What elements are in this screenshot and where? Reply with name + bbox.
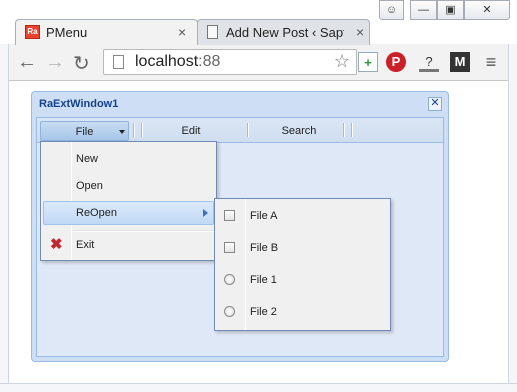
menu-item-label: New [76,153,99,165]
profile-button[interactable]: ☺ [379,0,404,20]
reopen-submenu: File A File B File 1 File 2 [214,198,391,331]
menu-item-label: File 1 [250,274,277,286]
menu-item-open[interactable]: Open [43,174,214,198]
toolbar-separator [351,123,353,137]
menu-item-file-1[interactable]: File 1 [217,268,388,292]
pinterest-icon[interactable]: P [386,52,406,72]
menu-item-file-a[interactable]: File A [217,204,388,228]
menu-item-new[interactable]: New [43,147,214,171]
browser-frame-left [0,44,9,391]
extension-help-icon[interactable]: ? [419,52,439,72]
page-icon [207,25,218,39]
menu-toolbar: File Edit Search [37,118,443,143]
radio-icon[interactable] [224,274,235,285]
chevron-down-icon [119,130,125,134]
address-bar[interactable]: localhost:88 ☆ [103,49,357,75]
radio-icon[interactable] [224,306,235,317]
tab-title: PMenu [46,25,88,40]
back-icon[interactable]: ← [17,51,37,74]
toolbar-separator [247,123,249,137]
minimize-icon: — [418,4,429,16]
maximize-icon: ▣ [445,4,456,16]
menu-item-label: Open [76,180,103,192]
close-icon: ✕ [482,4,492,16]
menu-item-label: File A [250,210,278,222]
maximize-button[interactable]: ▣ [437,0,464,20]
menu-item-label: File B [250,242,279,254]
toolbar-separator [133,123,135,137]
menu-icon[interactable]: ≡ [481,52,501,72]
page-icon [113,55,124,69]
tab-pmenu[interactable]: Ra PMenu × [15,19,198,45]
person-icon: ☺ [385,4,398,16]
tab-add-new-post[interactable]: Add New Post ‹ Saptajit × [197,19,370,45]
menu-item-label: ReOpen [76,207,117,219]
url-text: localhost:88 [135,53,220,71]
reload-icon[interactable]: ↻ [73,51,90,76]
checkbox-icon[interactable] [224,242,235,253]
file-menu-button[interactable]: File [40,121,129,141]
menu-item-label: File 2 [250,306,277,318]
tab-close-icon[interactable]: × [178,24,186,40]
extension-add-icon[interactable]: + [358,52,378,72]
edit-label: Edit [181,125,201,137]
menu-item-file-2[interactable]: File 2 [217,300,388,324]
forward-icon[interactable]: → [45,51,65,74]
window-title: RaExtWindow1 [39,98,119,110]
file-label: File [75,126,94,138]
menu-item-exit[interactable]: ✖ Exit [43,233,214,257]
browser-frame-right [508,44,517,391]
minimize-button[interactable]: — [410,0,437,20]
search-menu-button[interactable]: Search [253,121,345,141]
medium-icon[interactable]: M [450,52,470,72]
menu-item-label: Exit [76,239,95,251]
file-dropdown-menu: New Open ReOpen ✖ Exit [40,141,217,261]
bookmark-star-icon[interactable]: ☆ [334,51,350,72]
tab-close-icon[interactable]: × [356,24,364,40]
window-close-button[interactable]: ✕ [464,0,510,20]
window-close-icon[interactable]: ✕ [428,97,442,111]
tab-title: Add New Post ‹ Saptajit [226,25,344,40]
browser-toolbar: ← → ↻ localhost:88 ☆ + P ? M ≡ [8,44,508,81]
checkbox-icon[interactable] [224,210,235,221]
submenu-arrow-icon [203,209,208,217]
menu-item-reopen[interactable]: ReOpen [43,201,214,225]
favicon-ra-icon: Ra [25,25,40,39]
edit-menu-button[interactable]: Edit [145,121,237,141]
menu-separator [73,230,214,232]
url-port: :88 [198,53,221,70]
url-host: localhost [135,53,199,70]
toolbar-separator [141,123,143,137]
search-label: Search [281,125,317,137]
red-x-icon: ✖ [50,236,63,253]
toolbar-separator [343,123,345,137]
menu-item-file-b[interactable]: File B [217,236,388,260]
